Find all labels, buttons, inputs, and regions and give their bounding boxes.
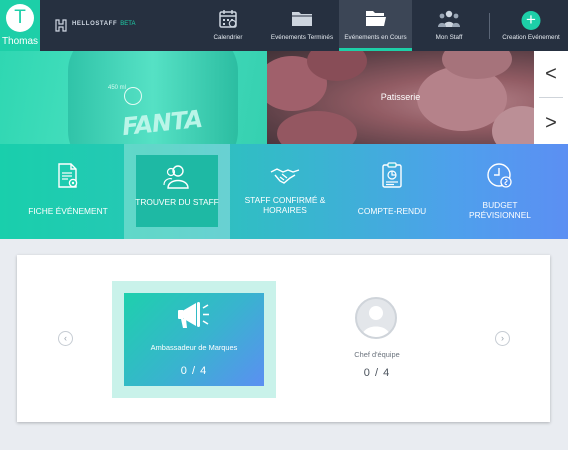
nav-separator	[489, 13, 490, 39]
tab-label-staff-confirme-horaires: STAFF CONFIRMÉ & HORAIRES	[244, 195, 326, 215]
tab-label-trouver-du-staff: TROUVER DU STAFF	[135, 197, 219, 207]
megaphone-icon	[178, 302, 209, 328]
tab-compte-rendu[interactable]: COMPTE-RENDU	[346, 144, 438, 239]
event-section-tabs: FICHE ÉVÉNEMENT TROUVER DU STAFF STAFF C…	[0, 144, 568, 239]
role-card-chef-equipe[interactable]: Chef d'équipe 0 / 4	[322, 295, 432, 395]
tab-label-fiche-evenement: FICHE ÉVÉNEMENT	[28, 206, 108, 216]
bottle-volume-text: 450 ml	[108, 85, 127, 91]
nav-calendrier[interactable]: Calendrier	[198, 0, 258, 51]
person-avatar-icon	[355, 297, 397, 339]
plus-icon: +	[521, 11, 541, 30]
folder-icon	[292, 12, 312, 26]
tab-staff-confirme-horaires[interactable]: STAFF CONFIRMÉ & HORAIRES	[238, 144, 332, 239]
banner-slider-controls: < >	[534, 51, 568, 144]
nav-label-evenements-en-cours: Evénements en Cours	[344, 34, 407, 41]
role-name: Chef d'équipe	[354, 350, 400, 359]
nav-label-creation-evenement: Creation Evénement	[502, 34, 560, 41]
event-banner-image-left: 450 ml FANTA	[0, 51, 267, 144]
role-card-ambassadeur-inner: Ambassadeur de Marques 0 / 4	[124, 293, 264, 386]
nav-label-evenements-termines: Evénements Terminés	[270, 34, 334, 41]
tab-label-budget-previsionnel: BUDGET PRÉVISIONNEL	[469, 200, 531, 220]
role-card-ambassadeur[interactable]: Ambassadeur de Marques 0 / 4	[112, 281, 276, 398]
role-count: 0 / 4	[363, 367, 391, 379]
tab-budget-previsionnel[interactable]: BUDGET PRÉVISIONNEL	[448, 144, 552, 239]
slider-divider	[539, 97, 563, 98]
tab-trouver-du-staff[interactable]: TROUVER DU STAFF	[124, 144, 230, 239]
report-icon	[382, 162, 402, 188]
roles-next-button[interactable]: ›	[495, 331, 510, 346]
user-name: Thomas	[1, 36, 39, 47]
roles-prev-button[interactable]: ‹	[58, 331, 73, 346]
role-count: 0 / 4	[180, 365, 208, 377]
calendar-icon	[219, 10, 237, 28]
user-initial: T	[14, 7, 26, 28]
top-navigation-bar: T Thomas HELLOSTAFF BETA Calendrier Evén…	[0, 0, 568, 51]
banner-prev-button[interactable]: <	[534, 63, 568, 86]
logo-text: HELLOSTAFF	[72, 21, 118, 27]
beta-badge: BETA	[120, 21, 136, 27]
banner-next-button[interactable]: >	[534, 112, 568, 135]
staff-group-icon	[438, 10, 460, 27]
user-menu[interactable]: T Thomas	[0, 0, 40, 51]
banner-caption: Patisserie	[380, 92, 421, 102]
clock-budget-icon	[487, 163, 512, 188]
document-gear-icon	[58, 163, 78, 188]
nav-evenements-termines[interactable]: Evénements Terminés	[266, 0, 338, 51]
handshake-icon	[270, 168, 300, 184]
check-ring-icon	[124, 87, 142, 105]
logo-mark-icon	[55, 19, 67, 32]
users-icon	[163, 165, 189, 189]
role-name: Ambassadeur de Marques	[150, 343, 238, 352]
staff-roles-card: ‹ › Ambassadeur de Marques 0 / 4 Chef d'…	[17, 255, 550, 422]
nav-evenements-en-cours[interactable]: Evénements en Cours	[339, 0, 412, 51]
tab-label-compte-rendu: COMPTE-RENDU	[357, 206, 427, 216]
nav-creation-evenement[interactable]: + Creation Evénement	[498, 0, 564, 51]
open-folder-icon	[365, 11, 386, 26]
nav-mon-staff[interactable]: Mon Staff	[420, 0, 478, 51]
user-avatar[interactable]: T	[6, 4, 34, 32]
nav-label-calendrier: Calendrier	[213, 34, 243, 41]
tab-fiche-evenement[interactable]: FICHE ÉVÉNEMENT	[20, 144, 116, 239]
nav-label-mon-staff: Mon Staff	[435, 34, 463, 41]
event-banner-image-right: Patisserie	[267, 51, 534, 144]
